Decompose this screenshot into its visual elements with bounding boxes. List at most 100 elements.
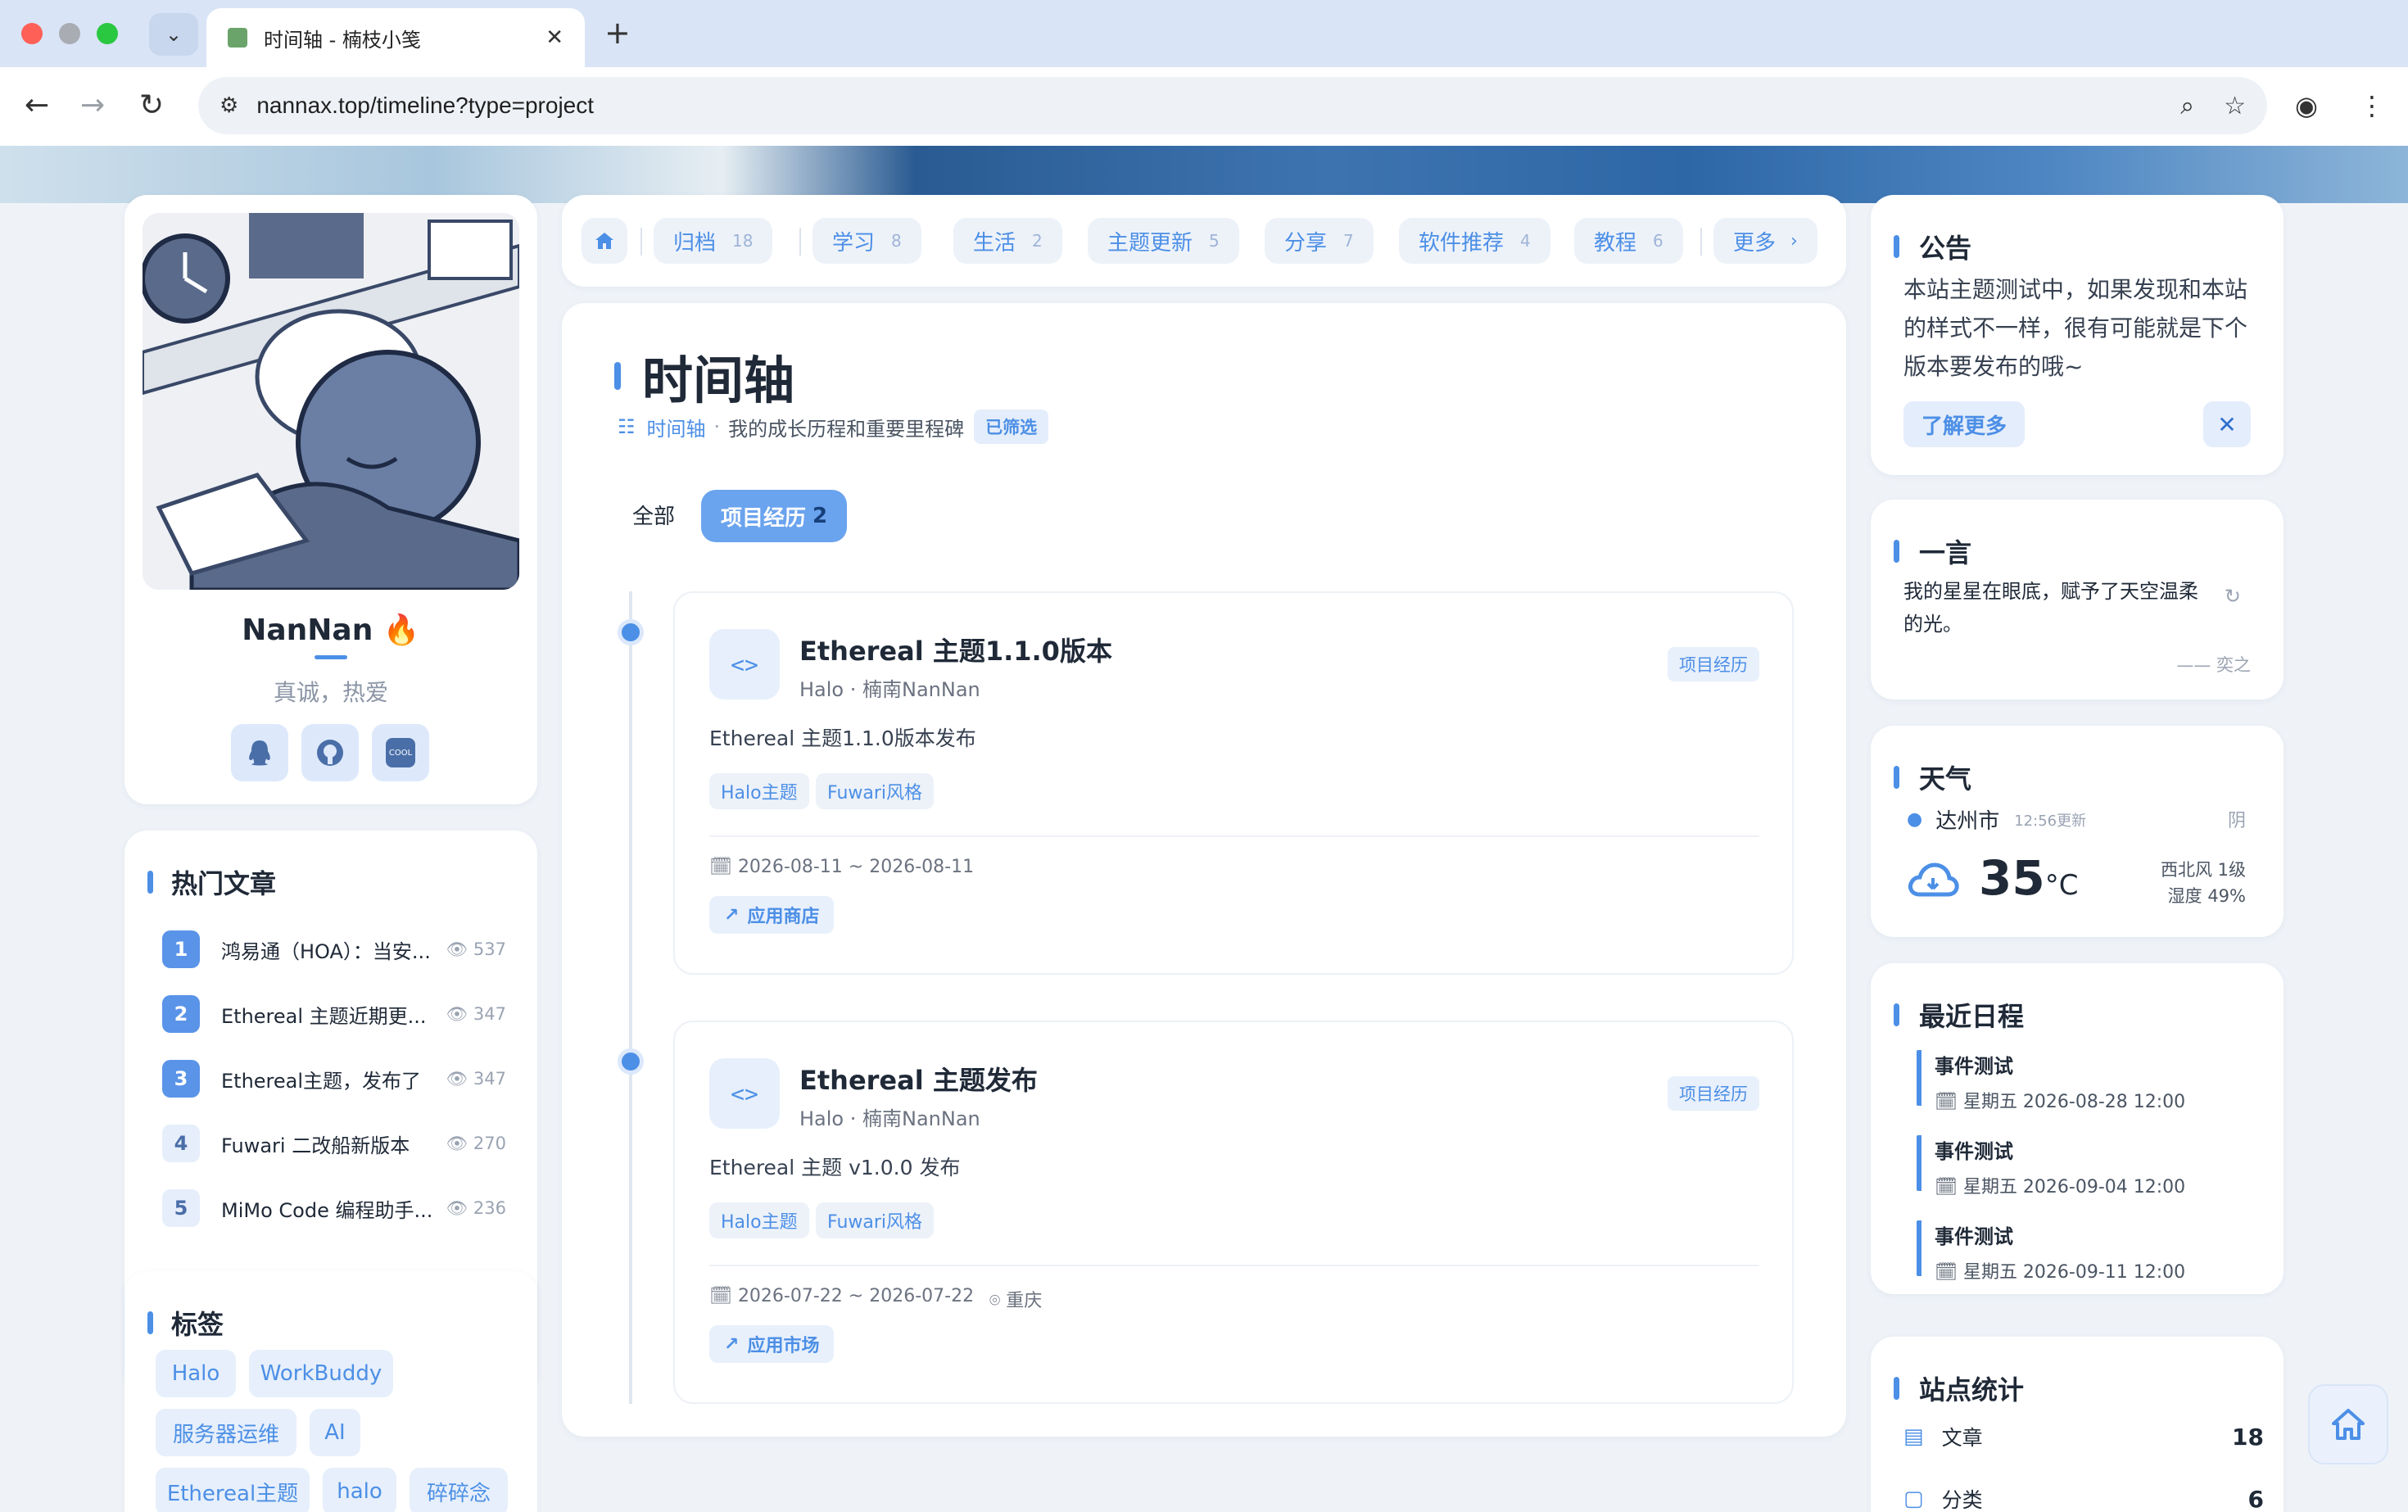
nav-item-tutorial[interactable]: 教程 6	[1574, 218, 1683, 264]
page-title: 时间轴	[614, 339, 794, 413]
site-info-icon[interactable]: ⚙	[220, 93, 238, 118]
nav-item-theme-updates[interactable]: 主题更新 5	[1088, 218, 1239, 264]
nav-item-share[interactable]: 分享 7	[1265, 218, 1374, 264]
quote-title: 一言	[1894, 532, 1971, 570]
menu-kebab-icon[interactable]: ⋮	[2359, 90, 2385, 121]
refresh-icon[interactable]: ↻	[2225, 585, 2241, 608]
hot-title-text: 热门文章	[171, 868, 277, 899]
event-time-text: 星期五 2026-08-28 12:00	[1962, 1092, 2186, 1112]
floating-home-button[interactable]	[2308, 1384, 2388, 1464]
tag-chip[interactable]: AI	[310, 1409, 360, 1456]
article-title[interactable]: 鸿易通（HOA）：当安...	[221, 935, 435, 964]
tab-title: 时间轴 - 楠枝小笺	[264, 28, 421, 52]
address-bar[interactable]: ⚙ nannax.top/timeline?type=project ⌕ ☆	[198, 77, 2267, 134]
close-window-button[interactable]	[21, 23, 43, 44]
event-item[interactable]: 事件测试 🗓 星期五 2026-09-04 12:00	[1917, 1135, 2244, 1197]
list-item[interactable]: 2 Ethereal 主题近期更... 👁 347	[162, 994, 506, 1034]
event-name: 事件测试	[1935, 1055, 2013, 1078]
view-count-value: 270	[473, 1133, 506, 1153]
close-icon[interactable]: ✕	[2203, 401, 2251, 447]
title-mark	[1894, 540, 1899, 563]
browser-tab-active[interactable]: 时间轴 - 楠枝小笺 ✕	[206, 8, 585, 67]
nav-item-software[interactable]: 软件推荐 4	[1399, 218, 1550, 264]
title-mark	[614, 362, 621, 390]
category-icon: ▢	[1903, 1487, 1924, 1511]
article-title[interactable]: Fuwari 二改船新版本	[221, 1129, 435, 1158]
event-item[interactable]: 事件测试 🗓 星期五 2026-09-11 12:00	[1917, 1220, 2244, 1283]
profile-icon[interactable]: ◉	[2295, 90, 2318, 121]
stats-title: 站点统计	[1894, 1369, 2024, 1407]
view-count: 👁 347	[446, 1068, 506, 1089]
entry-title[interactable]: Ethereal 主题发布	[799, 1060, 1038, 1098]
nav-item-study[interactable]: 学习 8	[812, 218, 921, 264]
tag-chip[interactable]: Halo	[156, 1350, 236, 1397]
forward-arrow-icon[interactable]: →	[80, 88, 105, 122]
bookmark-star-icon[interactable]: ☆	[2224, 92, 2246, 120]
back-arrow-icon[interactable]: ←	[25, 88, 49, 122]
new-tab-button[interactable]: +	[604, 15, 631, 51]
qq-button[interactable]	[231, 724, 288, 781]
cloud-icon	[1907, 862, 1959, 901]
github-button[interactable]	[301, 724, 359, 781]
article-title[interactable]: Ethereal主题，发布了	[221, 1065, 435, 1093]
maximize-window-button[interactable]	[97, 23, 118, 44]
filter-project-tab[interactable]: 项目经历 2	[701, 490, 848, 542]
nav-label: 软件推荐	[1419, 230, 1505, 256]
tag-chip[interactable]: Ethereal主题	[156, 1468, 310, 1512]
nav-count: 18	[732, 231, 754, 251]
reload-icon[interactable]: ↻	[139, 88, 164, 122]
zoom-icon[interactable]: ⌕	[2180, 92, 2194, 120]
title-mark	[1894, 235, 1899, 258]
breadcrumb: ☷ 时间轴 · 我的成长历程和重要里程碑 已筛选	[618, 410, 1049, 444]
entry-location-text: 重庆	[1006, 1291, 1043, 1311]
view-count: 👁 537	[446, 939, 506, 959]
view-count-value: 347	[473, 1003, 506, 1024]
entry-subtitle: Halo · 楠南NanNan	[799, 678, 980, 701]
article-title[interactable]: MiMo Code 编程助手...	[221, 1194, 435, 1223]
external-link-icon: ↗	[724, 1333, 740, 1355]
hot-articles-title: 热门文章	[147, 863, 276, 901]
tab-search-button[interactable]: ⌄	[149, 13, 198, 56]
nav-more-button[interactable]: 更多 ›	[1713, 218, 1817, 264]
rank-badge: 4	[162, 1125, 200, 1162]
entry-link-button[interactable]: ↗ 应用商店	[709, 896, 835, 934]
view-count: 👁 347	[446, 1003, 506, 1024]
tab-close-icon[interactable]: ✕	[545, 25, 564, 50]
entry-title[interactable]: Ethereal 主题1.1.0版本	[799, 631, 1112, 668]
entry-date-text: 2026-07-22 ~ 2026-07-22	[737, 1286, 975, 1306]
view-count-value: 236	[473, 1197, 506, 1218]
coolapk-button[interactable]: COOL	[372, 724, 429, 781]
nav-item-life[interactable]: 生活 2	[953, 218, 1062, 264]
code-icon: <>	[709, 1058, 780, 1129]
stat-label: 分类	[1941, 1488, 1983, 1512]
tag-chip[interactable]: WorkBuddy	[249, 1350, 393, 1397]
entry-tag[interactable]: Fuwari风格	[816, 773, 935, 809]
entry-date-text: 2026-08-11 ~ 2026-08-11	[737, 857, 975, 877]
entry-tag[interactable]: Halo主题	[709, 1202, 809, 1238]
schedule-title: 最近日程	[1894, 996, 2024, 1034]
entry-tag[interactable]: Fuwari风格	[816, 1202, 935, 1238]
breadcrumb-link[interactable]: 时间轴	[647, 413, 706, 441]
list-item[interactable]: 4 Fuwari 二改船新版本 👁 270	[162, 1123, 506, 1164]
nav-home-button[interactable]	[582, 218, 627, 264]
tag-chip[interactable]: 服务器运维	[156, 1409, 296, 1456]
list-item[interactable]: 3 Ethereal主题，发布了 👁 347	[162, 1058, 506, 1099]
breadcrumb-separator: ·	[713, 415, 721, 438]
entry-link-button[interactable]: ↗ 应用市场	[709, 1325, 835, 1363]
notice-card: 公告 本站主题测试中，如果发现和本站的样式不一样，很有可能就是下个版本要发布的哦…	[1871, 195, 2284, 475]
minimize-window-button[interactable]	[59, 23, 80, 44]
entry-tag[interactable]: Halo主题	[709, 773, 809, 809]
tag-chip[interactable]: 碎碎念	[410, 1468, 508, 1512]
profile-motto: 真诚，热爱	[273, 679, 388, 706]
nav-item-archive[interactable]: 归档 18	[654, 218, 773, 264]
event-item[interactable]: 事件测试 🗓 星期五 2026-08-28 12:00	[1917, 1050, 2244, 1112]
article-title[interactable]: Ethereal 主题近期更...	[221, 1000, 435, 1029]
filter-all-tab[interactable]: 全部	[632, 500, 675, 530]
list-item[interactable]: 1 鸿易通（HOA）：当安... 👁 537	[162, 929, 506, 970]
timeline-dot	[618, 619, 644, 645]
list-item[interactable]: 5 MiMo Code 编程助手... 👁 236	[162, 1188, 506, 1229]
learn-more-button[interactable]: 了解更多	[1903, 401, 2026, 447]
url-text[interactable]: nannax.top/timeline?type=project	[256, 93, 2151, 119]
title-mark	[1894, 766, 1899, 789]
tag-chip[interactable]: halo	[323, 1468, 396, 1512]
